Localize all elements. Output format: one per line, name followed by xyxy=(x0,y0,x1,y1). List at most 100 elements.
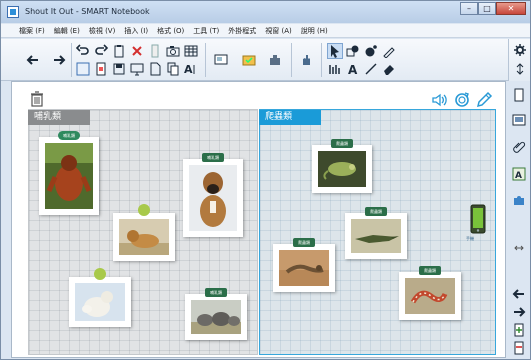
card-polar-bear[interactable] xyxy=(69,268,131,327)
next-page-button[interactable] xyxy=(51,52,67,68)
trash-icon[interactable] xyxy=(30,91,44,107)
card-elephants[interactable]: 哺乳類 xyxy=(185,288,247,340)
lizard-photo xyxy=(279,250,329,286)
paperclip-icon xyxy=(513,141,526,153)
phone-label: 手機 xyxy=(466,236,474,241)
page-icon xyxy=(96,62,106,76)
select-tool-button[interactable] xyxy=(299,52,315,68)
delete-page-button[interactable] xyxy=(512,341,526,355)
card-tag: 爬蟲類 xyxy=(331,139,353,148)
card-lion[interactable] xyxy=(113,204,175,261)
document-button[interactable] xyxy=(147,61,163,77)
sidebar-back-button[interactable] xyxy=(512,287,526,301)
arrow-left-icon xyxy=(26,55,38,65)
eraser-tool-button[interactable] xyxy=(381,61,397,77)
line-tool-button[interactable] xyxy=(363,61,379,77)
shapes-icon xyxy=(346,45,359,57)
lesson-activity-button[interactable] xyxy=(241,52,257,68)
menu-addons[interactable]: 外掛程式 xyxy=(228,26,256,36)
close-button[interactable]: ✕ xyxy=(496,2,526,15)
gallery-tab[interactable] xyxy=(512,113,526,127)
screen-capture-icon xyxy=(214,54,228,65)
previous-page-button[interactable] xyxy=(25,52,41,68)
menu-format[interactable]: 格式 (O) xyxy=(157,26,184,36)
clipboard-icon xyxy=(114,45,124,58)
arrow-right-icon xyxy=(54,55,66,65)
puzzle-icon xyxy=(514,196,524,205)
properties-tab[interactable]: A xyxy=(512,167,526,181)
move-toolbar-button[interactable] xyxy=(512,61,528,77)
paste-button[interactable] xyxy=(111,43,127,59)
text-tool-button[interactable]: A xyxy=(183,61,199,77)
svg-text:A: A xyxy=(515,171,522,181)
table-icon xyxy=(184,45,198,57)
sidebar-resize-handle[interactable] xyxy=(512,241,526,255)
gear-icon xyxy=(514,44,526,56)
menu-insert[interactable]: 插入 (I) xyxy=(124,26,148,36)
card-boxer-dog[interactable]: 哺乳類 xyxy=(183,153,243,237)
reptile-group-label: 爬蟲類 xyxy=(259,110,321,125)
text-button[interactable]: A xyxy=(345,61,361,77)
smart-notebook-app-icon xyxy=(7,6,19,18)
reset-icon[interactable] xyxy=(453,91,471,109)
magic-pen-icon xyxy=(383,47,395,58)
menu-file[interactable]: 檔案 (F) xyxy=(19,26,45,36)
svg-text:A: A xyxy=(348,63,358,76)
page-sorter-tab[interactable] xyxy=(512,88,526,102)
redo-button[interactable] xyxy=(93,43,109,59)
pointer-tool-button[interactable] xyxy=(327,43,343,59)
card-tag: 哺乳類 xyxy=(205,288,227,297)
card-orangutan[interactable]: 哺乳類 xyxy=(39,131,99,215)
screen-shade-button[interactable] xyxy=(147,43,163,59)
card-tag xyxy=(94,268,106,280)
maximize-button[interactable]: □ xyxy=(478,2,496,15)
page-canvas: 哺乳類 爬蟲類 哺乳類 哺乳類 哺乳類 爬蟲類 爬蟲類 爬蟲類 爬蟲類 手機 xyxy=(15,88,501,357)
phone-icon[interactable] xyxy=(470,204,486,234)
attachments-tab[interactable] xyxy=(512,139,526,153)
menu-window[interactable]: 視窗 (A) xyxy=(265,26,291,36)
properties-icon: A xyxy=(512,167,526,181)
copy-icon xyxy=(167,62,179,76)
card-crocodile[interactable]: 爬蟲類 xyxy=(345,207,407,259)
gear-button[interactable] xyxy=(512,42,528,58)
display-button[interactable] xyxy=(129,61,145,77)
pencil-icon[interactable] xyxy=(475,91,493,109)
mammal-group-label: 哺乳類 xyxy=(28,110,90,125)
sidebar-forward-button[interactable] xyxy=(512,305,526,319)
menu-view[interactable]: 檢視 (V) xyxy=(89,26,115,36)
menu-tools[interactable]: 工具 (T) xyxy=(193,26,219,36)
screen-shade-icon xyxy=(151,44,159,58)
document-camera-button[interactable] xyxy=(267,52,283,68)
magic-pen-button[interactable] xyxy=(381,43,397,59)
card-lizard[interactable]: 爬蟲類 xyxy=(273,238,335,292)
speaker-icon[interactable] xyxy=(431,91,449,109)
camera-button[interactable] xyxy=(165,43,181,59)
card-snake[interactable]: 爬蟲類 xyxy=(399,266,461,320)
table-button[interactable] xyxy=(183,43,199,59)
full-screen-button[interactable] xyxy=(75,61,91,77)
save-button[interactable] xyxy=(111,61,127,77)
page-button[interactable] xyxy=(93,61,109,77)
addons-tab[interactable] xyxy=(512,193,526,207)
pen-lines-icon xyxy=(329,65,340,74)
line-icon xyxy=(365,63,377,75)
shapes-tool-button[interactable] xyxy=(345,43,361,59)
copy-button[interactable] xyxy=(165,61,181,77)
fill-bucket-icon xyxy=(365,45,377,57)
undo-button[interactable] xyxy=(75,43,91,59)
menu-help[interactable]: 說明 (H) xyxy=(301,26,328,36)
card-tag: 爬蟲類 xyxy=(365,207,387,216)
menu-edit[interactable]: 編輯 (E) xyxy=(54,26,80,36)
double-arrow-icon xyxy=(514,245,524,251)
card-chameleon[interactable]: 爬蟲類 xyxy=(312,139,372,193)
save-icon xyxy=(113,63,125,75)
add-page-button[interactable] xyxy=(512,323,526,337)
fill-tool-button[interactable] xyxy=(363,43,379,59)
document-icon xyxy=(150,62,161,76)
camera-icon xyxy=(166,46,180,57)
card-tag xyxy=(138,204,150,216)
screen-capture-button[interactable] xyxy=(213,52,229,68)
delete-button[interactable] xyxy=(129,43,145,59)
minimize-button[interactable]: – xyxy=(460,2,478,15)
pen-tool-button[interactable] xyxy=(327,61,343,77)
